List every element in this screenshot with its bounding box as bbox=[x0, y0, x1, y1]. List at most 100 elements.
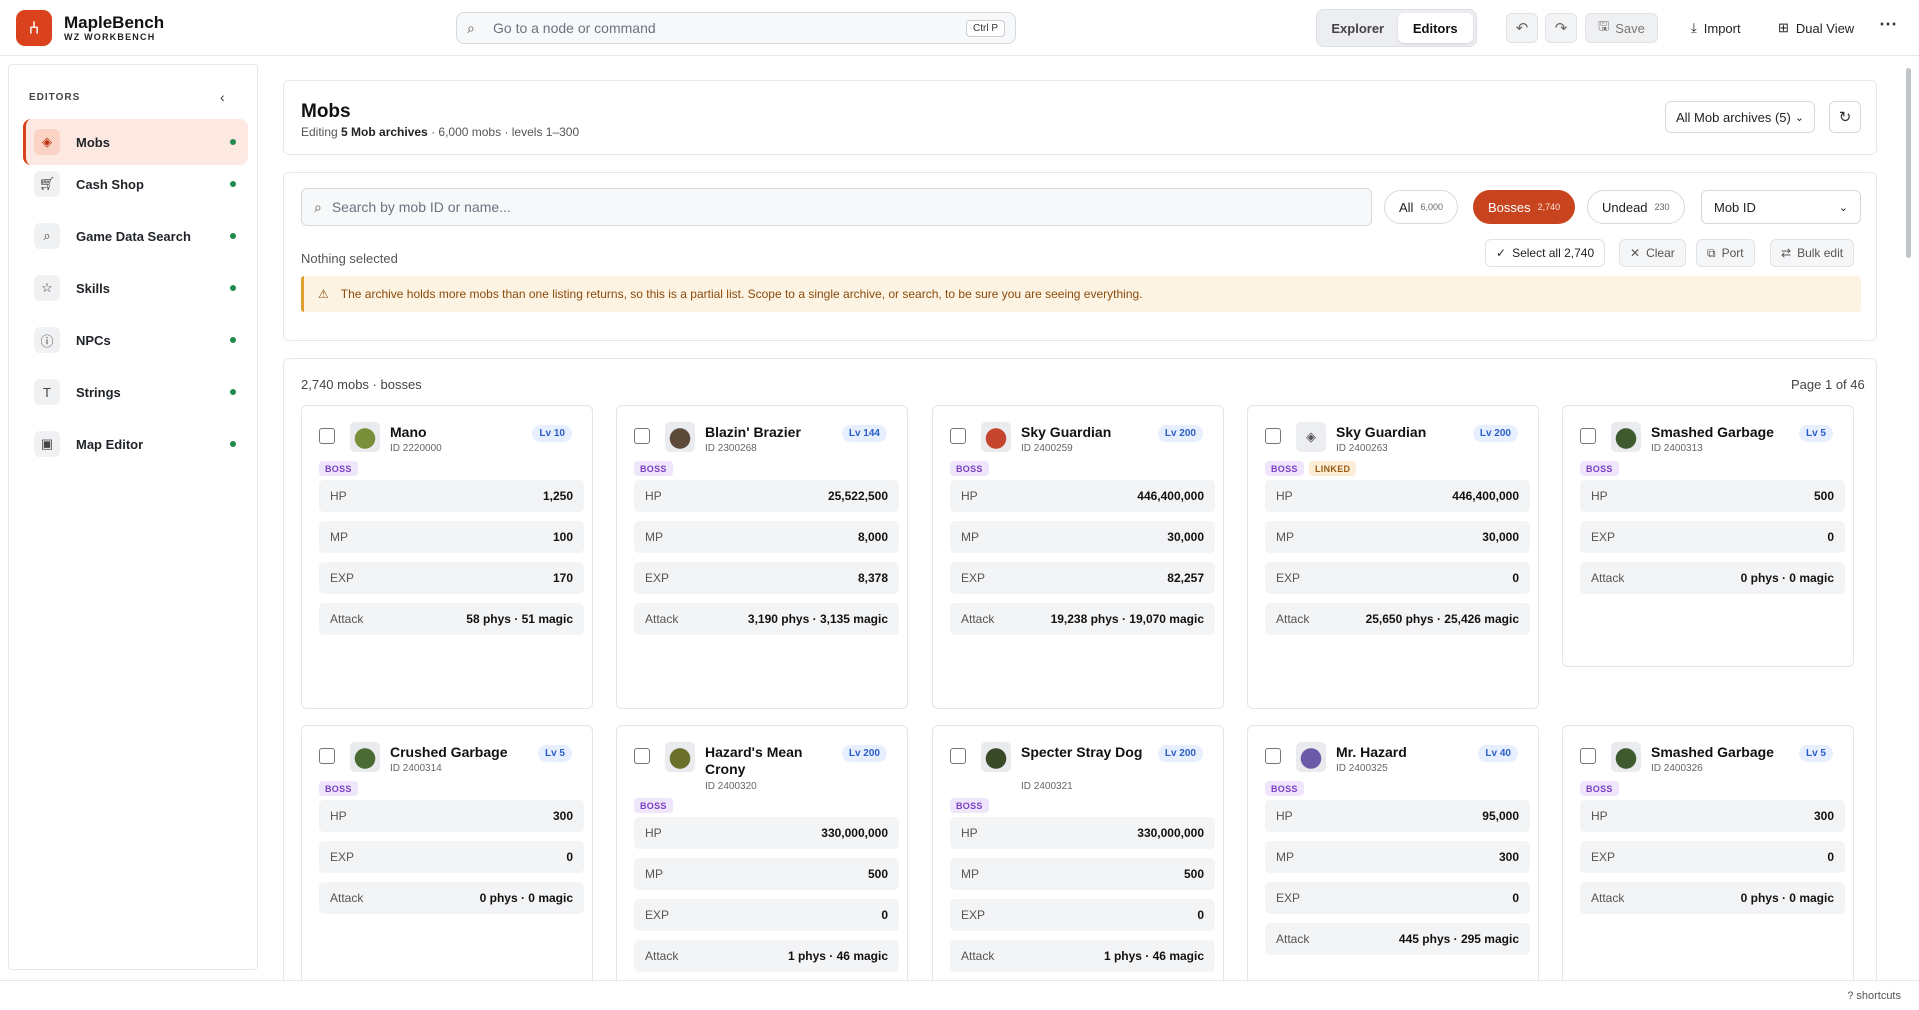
filter-chip-bosses[interactable]: Bosses 2,740 bbox=[1473, 190, 1576, 224]
stat-value: 19,238 phys · 19,070 magic bbox=[1050, 612, 1204, 626]
tab-editors[interactable]: Editors bbox=[1397, 13, 1473, 43]
stat-label: MP bbox=[330, 530, 348, 544]
stat-row: Attack 0 phys · 0 magic bbox=[1580, 562, 1845, 594]
stat-label: EXP bbox=[1591, 530, 1616, 544]
boss-tag: BOSS bbox=[1580, 461, 1619, 476]
sidebar-item-npcs[interactable]: ⓘ NPCs bbox=[23, 317, 248, 363]
stat-value: 0 bbox=[1827, 850, 1834, 864]
collapse-sidebar-icon[interactable]: ‹ bbox=[220, 89, 225, 105]
sidebar-item-label: Strings bbox=[76, 384, 121, 400]
archive-select[interactable]: All Mob archives (5) ⌄ bbox=[1665, 101, 1815, 133]
select-checkbox[interactable] bbox=[1580, 428, 1596, 444]
sidebar-item-mobs[interactable]: ◈ Mobs bbox=[23, 119, 248, 165]
search-icon: ⌕ bbox=[34, 223, 60, 249]
stat-label: HP bbox=[645, 826, 662, 840]
scrollbar-thumb[interactable] bbox=[1906, 68, 1911, 258]
page-header: Mobs Editing 5 Mob archives · 6,000 mobs… bbox=[283, 80, 1877, 155]
mob-card[interactable]: Specter Stray Dog ID 2400321 Lv 200 BOSS HP 3… bbox=[932, 725, 1224, 995]
mob-card[interactable]: Hazard's Mean Crony ID 2400320 Lv 200 BOSS H… bbox=[616, 725, 908, 995]
more-menu-icon[interactable]: ⋯ bbox=[1879, 14, 1897, 35]
stat-row: EXP 0 bbox=[950, 899, 1215, 931]
sidebar-item-strings[interactable]: T Strings bbox=[23, 369, 248, 415]
stat-value: 30,000 bbox=[1167, 530, 1204, 544]
stat-row: HP 446,400,000 bbox=[950, 480, 1215, 512]
filter-chip-undead[interactable]: Undead 230 bbox=[1587, 190, 1685, 224]
redo-button[interactable]: ↷ bbox=[1545, 13, 1577, 43]
mob-card[interactable]: Crushed Garbage ID 2400314 Lv 5 BOSS HP 300 EX… bbox=[301, 725, 593, 995]
stat-row: MP 100 bbox=[319, 521, 584, 553]
stat-label: EXP bbox=[961, 571, 986, 585]
redo-icon: ↷ bbox=[1554, 20, 1568, 37]
command-shortcut: Ctrl P bbox=[966, 19, 1005, 37]
port-button[interactable]: ⧉ Port bbox=[1696, 239, 1755, 267]
command-palette-input[interactable]: ⌕ Go to a node or command Ctrl P bbox=[456, 12, 1016, 44]
level-badge: Lv 40 bbox=[1478, 745, 1518, 762]
tab-explorer[interactable]: Explorer bbox=[1320, 13, 1396, 43]
clear-button[interactable]: ✕ Clear bbox=[1619, 239, 1686, 267]
boss-tag: BOSS bbox=[1580, 781, 1619, 796]
mob-card[interactable]: Blazin' Brazier ID 2300268 Lv 144 BOSS HP 25,… bbox=[616, 405, 908, 709]
sidebar-item-cash-shop[interactable]: 🛒︎ Cash Shop bbox=[23, 161, 248, 207]
stat-value: 30,000 bbox=[1482, 530, 1519, 544]
select-checkbox[interactable] bbox=[1265, 428, 1281, 444]
brand[interactable]: ⑃ MapleBench WZ WORKBENCH bbox=[16, 10, 164, 46]
refresh-button[interactable]: ↻ bbox=[1829, 101, 1861, 133]
chip-label: All bbox=[1399, 199, 1414, 215]
stat-row: HP 446,400,000 bbox=[1265, 480, 1530, 512]
mob-card[interactable]: Smashed Garbage ID 2400326 Lv 5 BOSS HP 300 EX… bbox=[1562, 725, 1854, 995]
clear-label: Clear bbox=[1646, 246, 1675, 260]
level-badge: Lv 200 bbox=[1472, 425, 1518, 442]
page-scrollbar[interactable] bbox=[1905, 64, 1913, 972]
undo-button[interactable]: ↶ bbox=[1506, 13, 1538, 43]
bulk-edit-button[interactable]: ⇄ Bulk edit bbox=[1770, 239, 1855, 267]
warning-icon: ⚠ bbox=[318, 287, 329, 301]
mob-id: ID 2400326 bbox=[1651, 763, 1703, 774]
sidebar-item-skills[interactable]: ☆ Skills bbox=[23, 265, 248, 311]
mob-card[interactable]: Mano ID 2220000 Lv 10 BOSS HP 1,250 MP 100 EXP 17… bbox=[301, 405, 593, 709]
boss-tag: BOSS bbox=[1265, 461, 1304, 476]
status-dot bbox=[230, 139, 236, 145]
sidebar-item-label: Map Editor bbox=[76, 436, 144, 452]
select-checkbox[interactable] bbox=[1580, 748, 1596, 764]
stat-value: 8,000 bbox=[857, 530, 888, 544]
mob-name: Sky Guardian bbox=[1336, 424, 1427, 440]
import-button[interactable]: ⤓ Import bbox=[1691, 14, 1741, 42]
boss-tag: BOSS bbox=[1265, 781, 1304, 796]
stat-value: 330,000,000 bbox=[1137, 826, 1204, 840]
select-checkbox[interactable] bbox=[634, 748, 650, 764]
stat-value: 1 phys · 46 magic bbox=[787, 949, 888, 963]
select-checkbox[interactable] bbox=[950, 428, 966, 444]
stat-row: HP 330,000,000 bbox=[950, 817, 1215, 849]
select-all-button[interactable]: ✓ Select all 2,740 bbox=[1485, 239, 1606, 267]
mob-name: Hazard's Mean Crony bbox=[705, 744, 803, 777]
undo-icon: ↶ bbox=[1515, 20, 1529, 37]
save-button[interactable]: 🖫 Save bbox=[1585, 13, 1658, 43]
mob-sprite bbox=[981, 422, 1011, 452]
sort-select[interactable]: Mob ID ⌄ bbox=[1701, 190, 1861, 224]
stat-value: 446,400,000 bbox=[1137, 489, 1204, 503]
stat-row: MP 30,000 bbox=[950, 521, 1215, 553]
stat-label: Attack bbox=[330, 891, 364, 905]
mob-card[interactable]: Sky Guardian ID 2400259 Lv 200 BOSS HP 446,40… bbox=[932, 405, 1224, 709]
stat-row: Attack 58 phys · 51 magic bbox=[319, 603, 584, 635]
stat-value: 8,378 bbox=[857, 571, 888, 585]
dual-view-button[interactable]: ⊞ Dual View bbox=[1778, 14, 1854, 42]
select-checkbox[interactable] bbox=[1265, 748, 1281, 764]
mob-search-input[interactable]: ⌕ Search by mob ID or name... bbox=[301, 188, 1372, 226]
mob-card[interactable]: Mr. Hazard ID 2400325 Lv 40 BOSS HP 95,000 MP 3… bbox=[1247, 725, 1539, 995]
mob-id: ID 2400321 bbox=[1021, 781, 1073, 792]
sidebar-item-game-data-search[interactable]: ⌕ Game Data Search bbox=[23, 213, 248, 259]
stat-label: Attack bbox=[1276, 932, 1310, 946]
stat-row: EXP 0 bbox=[319, 841, 584, 873]
mob-card[interactable]: Smashed Garbage ID 2400313 Lv 5 BOSS HP 500 EX… bbox=[1562, 405, 1854, 667]
filter-chip-all[interactable]: All 6,000 bbox=[1384, 190, 1458, 224]
select-checkbox[interactable] bbox=[634, 428, 650, 444]
shortcuts-link[interactable]: ? shortcuts bbox=[1847, 990, 1901, 1002]
select-checkbox[interactable] bbox=[950, 748, 966, 764]
select-checkbox[interactable] bbox=[319, 428, 335, 444]
mob-card[interactable]: ◈ Sky Guardian ID 2400263 Lv 200 BOSS LINKED H… bbox=[1247, 405, 1539, 709]
select-checkbox[interactable] bbox=[319, 748, 335, 764]
mob-id: ID 2400263 bbox=[1336, 443, 1388, 454]
stat-label: HP bbox=[645, 489, 662, 503]
sidebar-item-map-editor[interactable]: ▣ Map Editor bbox=[23, 421, 248, 467]
